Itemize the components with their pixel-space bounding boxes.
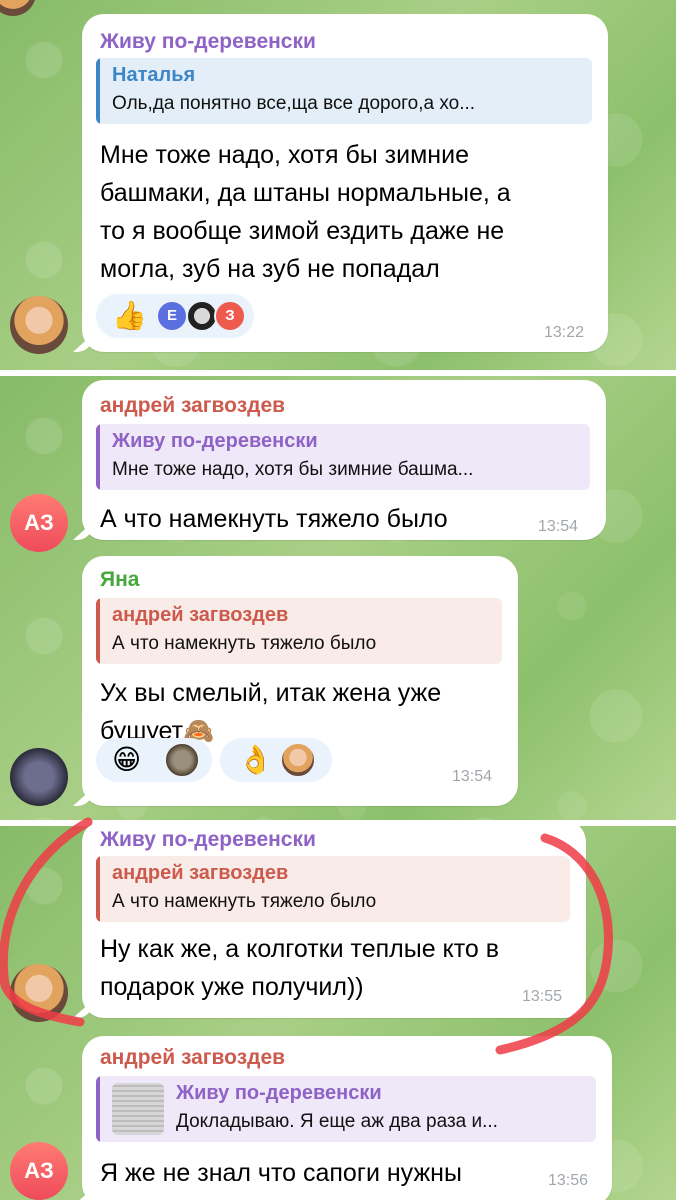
ok-hand-emoji: 👌: [238, 744, 273, 775]
reply-quote-text: Мне тоже надо, хотя бы зимние башма...: [112, 459, 474, 480]
reactor-avatar: З: [214, 300, 246, 332]
sender-avatar[interactable]: АЗ: [10, 1142, 68, 1200]
sender-avatar[interactable]: [10, 296, 68, 354]
reply-quote-text: А что намекнуть тяжело было: [112, 891, 377, 912]
message-text: Мне тоже надо, хотя бы зимние башмаки, д…: [100, 141, 511, 283]
message-time: 13:54: [538, 518, 579, 535]
reply-quote-name: Наталья: [112, 64, 196, 86]
chat-panel-3: Живу по-деревенски андрей загвоздев А чт…: [0, 826, 676, 1200]
reactor-avatar: [280, 742, 316, 778]
thumbs-up-emoji: 👍: [112, 300, 147, 331]
reply-quote-text: Докладываю. Я еще аж два раза и...: [176, 1111, 498, 1132]
avatar[interactable]: [0, 0, 36, 16]
message-time: 13:55: [522, 988, 563, 1005]
reply-quote-name: андрей загвоздев: [112, 862, 289, 884]
reply-quote-name: андрей загвоздев: [112, 604, 289, 626]
reactor-avatar: Е: [156, 300, 188, 332]
reply-quote[interactable]: Наталья Оль,да понятно все,ща все дорого…: [96, 58, 592, 124]
reply-quote[interactable]: Живу по-деревенски Докладываю. Я еще аж …: [96, 1076, 596, 1142]
reply-quote[interactable]: андрей загвоздев А что намекнуть тяжело …: [96, 598, 502, 664]
message-bubble-3[interactable]: Яна андрей загвоздев А что намекнуть тяж…: [73, 556, 518, 806]
message-text: Ну как же, а колготки теплые кто в подар…: [100, 935, 500, 1001]
reply-thumbnail: [112, 1083, 164, 1135]
message-text: Я же не знал что сапоги нужны: [100, 1159, 462, 1187]
message-time: 13:54: [452, 768, 493, 785]
reply-quote-text: Оль,да понятно все,ща все дорого,а хо...: [112, 93, 476, 114]
reply-quote-name: Живу по-деревенски: [176, 1082, 382, 1104]
message-sender[interactable]: Живу по-деревенски: [100, 828, 316, 852]
sender-avatar[interactable]: АЗ: [10, 494, 68, 552]
message-bubble-1[interactable]: Живу по-деревенски Наталья Оль,да понятн…: [73, 14, 608, 352]
chat-panel-2: андрей загвоздев Живу по-деревенски Мне …: [0, 376, 676, 820]
reactor-avatar: [164, 742, 200, 778]
message-sender[interactable]: Яна: [100, 568, 139, 592]
message-sender[interactable]: Живу по-деревенски: [100, 30, 316, 54]
message-bubble-2[interactable]: андрей загвоздев Живу по-деревенски Мне …: [73, 380, 606, 540]
grinning-emoji: 😁: [112, 744, 142, 775]
chat-panel-1: Живу по-деревенски Наталья Оль,да понятн…: [0, 0, 676, 370]
sender-avatar[interactable]: [10, 748, 68, 806]
reply-quote[interactable]: андрей загвоздев А что намекнуть тяжело …: [96, 856, 570, 922]
message-sender[interactable]: андрей загвоздев: [100, 394, 285, 418]
message-bubble-5[interactable]: андрей загвоздев Живу по-деревенски Докл…: [73, 1036, 612, 1200]
reply-quote-name: Живу по-деревенски: [112, 430, 318, 452]
reaction-chip[interactable]: 👌: [220, 738, 332, 782]
reaction-chip[interactable]: 😁: [96, 738, 212, 782]
message-bubble-4[interactable]: Живу по-деревенски андрей загвоздев А чт…: [73, 826, 586, 1018]
reply-quote-text: А что намекнуть тяжело было: [112, 633, 377, 654]
message-text: А что намекнуть тяжело было: [100, 505, 448, 533]
reaction-chip[interactable]: 👍 Е З: [96, 294, 254, 338]
reply-quote[interactable]: Живу по-деревенски Мне тоже надо, хотя б…: [96, 424, 590, 490]
message-time: 13:56: [548, 1172, 589, 1189]
message-time: 13:22: [544, 324, 585, 341]
message-sender[interactable]: андрей загвоздев: [100, 1046, 285, 1070]
sender-avatar[interactable]: [10, 964, 68, 1022]
